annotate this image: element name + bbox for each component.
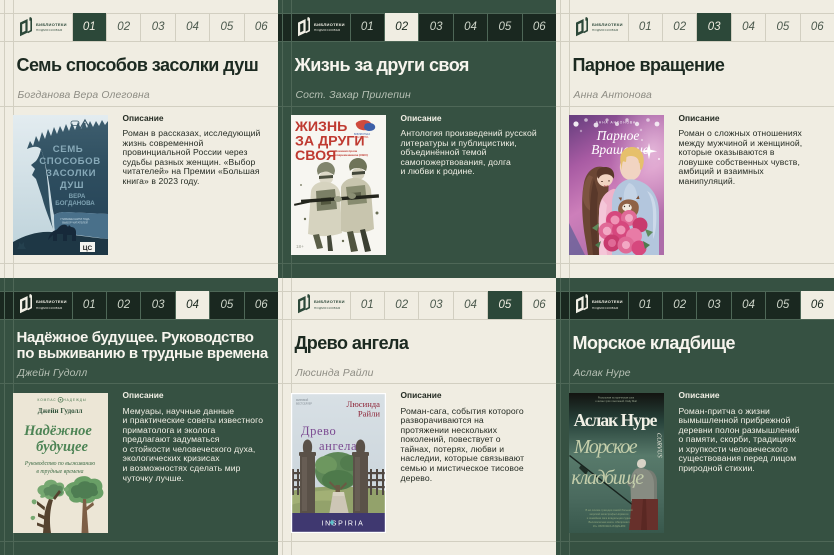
svg-text:будущее: будущее: [36, 439, 88, 455]
svg-text:БОГДАНОВА: БОГДАНОВА: [55, 200, 95, 207]
svg-text:ЦС: ЦС: [82, 245, 92, 252]
svg-text:современников (СВО): современников (СВО): [335, 153, 368, 157]
svg-text:INSPIRIA: INSPIRIA: [321, 520, 364, 527]
svg-text:Аслак Нуре: Аслак Нуре: [573, 410, 657, 430]
svg-text:АННА АНТОНОВА: АННА АНТОНОВА: [595, 121, 635, 125]
svg-text:о жизни трёх поколений. Daily: о жизни трёх поколений. Daily Mail: [595, 399, 637, 403]
svg-text:Люсинда: Люсинда: [346, 399, 380, 409]
svg-text:ангела: ангела: [319, 439, 357, 453]
svg-text:в трудные времена: в трудные времена: [36, 468, 83, 475]
svg-text:Джейн Гудолл: Джейн Гудолл: [37, 407, 82, 415]
svg-text:ОТЕЧЕСТВА: ОТЕЧЕСТВА: [354, 136, 369, 139]
svg-text:ВЕРА: ВЕРА: [68, 193, 85, 200]
svg-text:Райли: Райли: [357, 408, 379, 418]
svg-text:В её основе трагедия самой бол: В её основе трагедия самой большой: [585, 508, 633, 512]
svg-text:Великолепная книга. Aftenposte: Великолепная книга. Aftenposten: [588, 520, 630, 524]
svg-text:Древо: Древо: [301, 424, 336, 438]
svg-text:НАДЕЖДЫ: НАДЕЖДЫ: [63, 398, 86, 402]
svg-text:Морское: Морское: [572, 436, 637, 458]
svg-text:Надёжное: Надёжное: [23, 423, 92, 439]
svg-text:СЕМЬ: СЕМЬ: [52, 144, 83, 155]
svg-text:морской катастрофы Норвегии: морской катастрофы Норвегии: [589, 512, 628, 516]
svg-text:СВОЯ: СВОЯ: [295, 148, 336, 164]
svg-text:БЕСТСЕЛЛЕР: БЕСТСЕЛЛЕР: [296, 402, 312, 405]
svg-text:Парное: Парное: [595, 128, 639, 143]
svg-text:ВЫБОР ЧИТАТЕЛЕЙ: ВЫБОР ЧИТАТЕЛЕЙ: [62, 221, 88, 225]
svg-text:Роскошная историческая сага: Роскошная историческая сага: [597, 395, 634, 399]
svg-text:Руководство по выживанию: Руководство по выживанию: [23, 460, 94, 467]
svg-text:и семейная сага владельцев суд: и семейная сага владельцев судна.: [586, 516, 631, 520]
svg-text:ЗАСОЛКИ: ЗАСОЛКИ: [45, 168, 95, 179]
svg-text:16+ ОБЛОЖКА ИЗДАНИЯ: 16+ ОБЛОЖКА ИЗДАНИЯ: [592, 524, 625, 528]
svg-text:CORVUS: CORVUS: [655, 432, 663, 458]
svg-text:СПОСОБОВ: СПОСОБОВ: [39, 156, 101, 167]
svg-text:18+: 18+: [296, 244, 304, 249]
svg-text:ДУШ: ДУШ: [59, 180, 83, 191]
svg-text:ГЛАВНЫЕ КНИГИ ГОДА: ГЛАВНЫЕ КНИГИ ГОДА: [60, 217, 89, 221]
svg-text:кладбище: кладбище: [571, 467, 644, 489]
svg-text:КОМПАС: КОМПАС: [37, 398, 56, 402]
